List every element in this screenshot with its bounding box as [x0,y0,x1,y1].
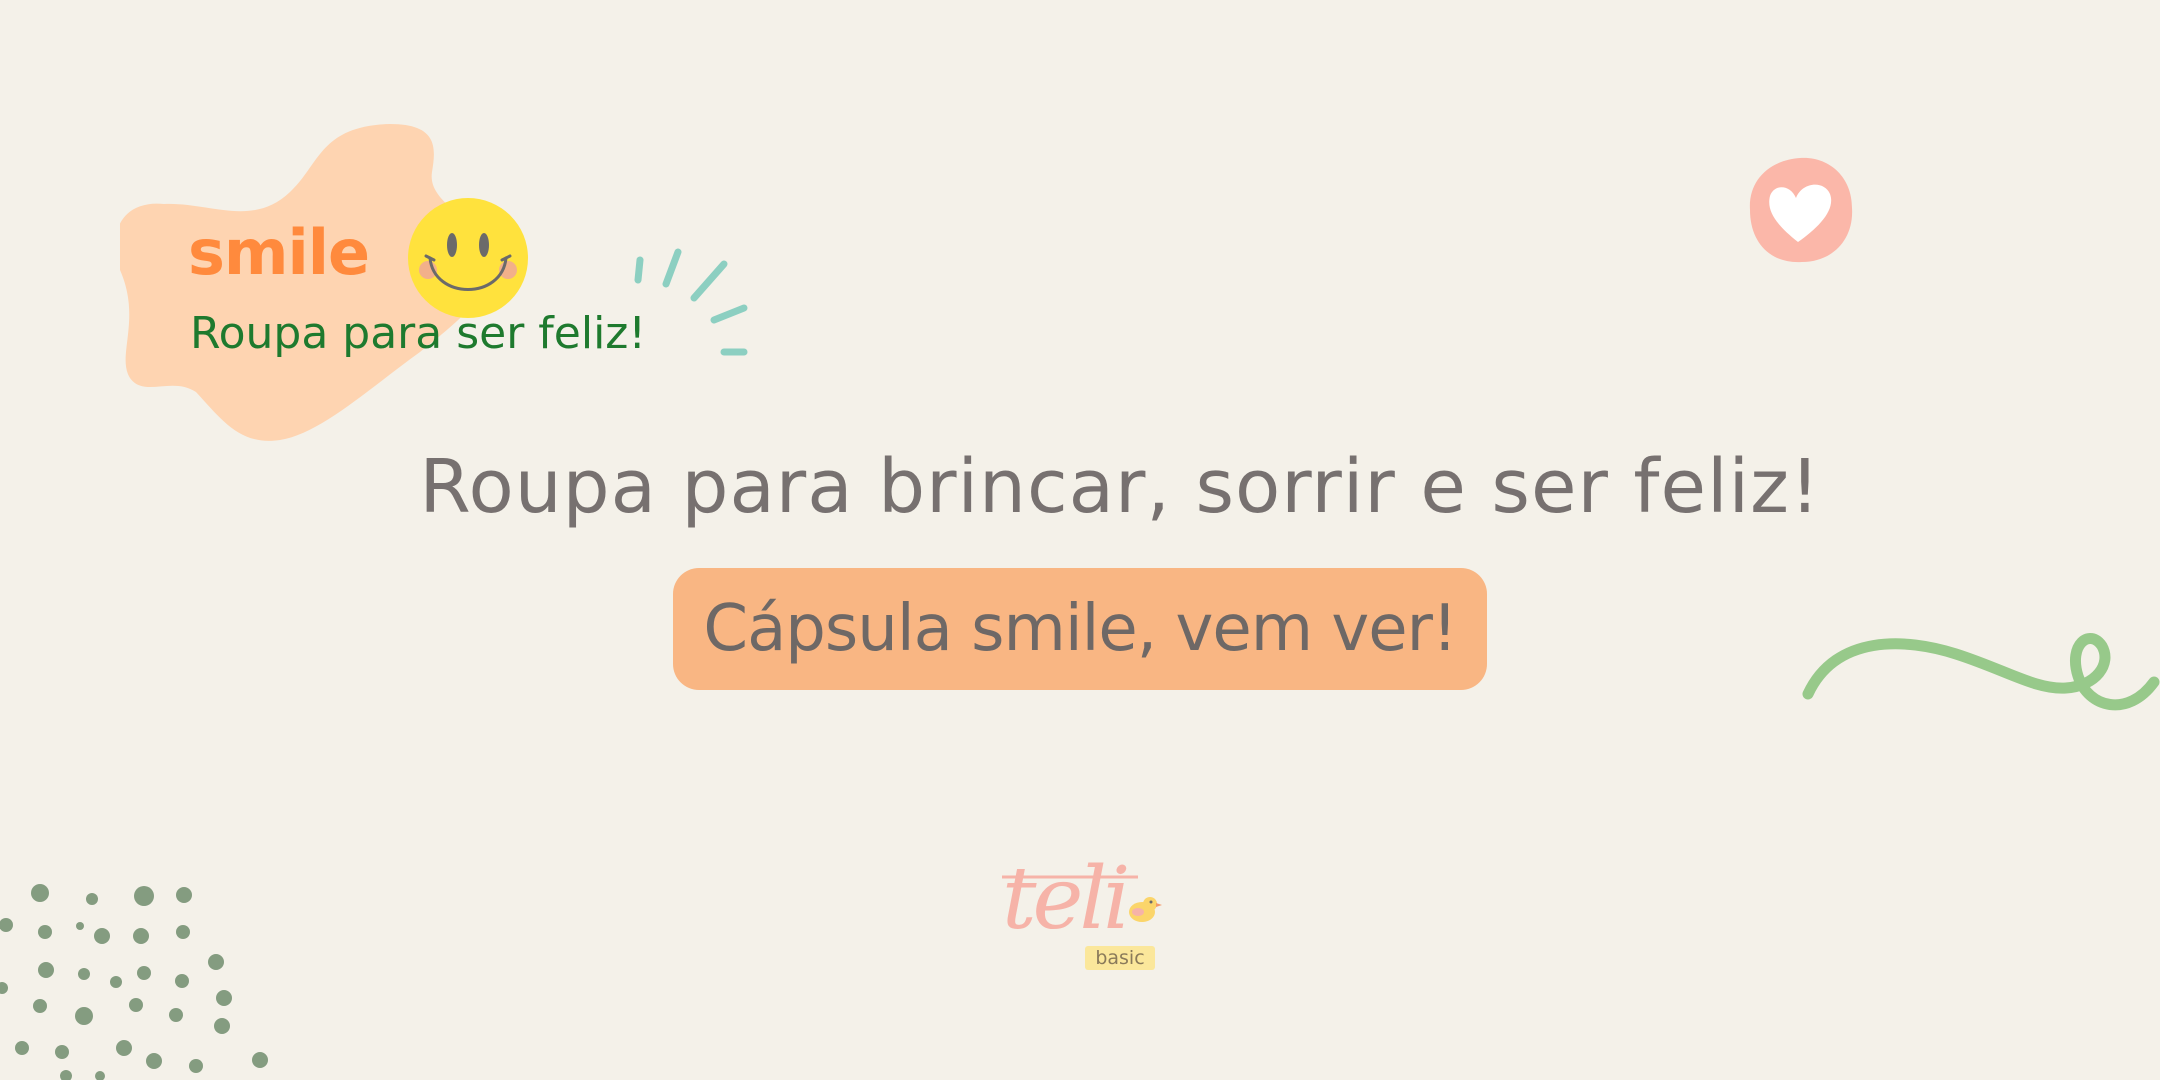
dot-pattern-decoration [0,884,268,1080]
logo-underline [1002,875,1138,879]
squiggle-line-decoration [1802,633,2160,711]
cta-label: Cápsula smile, vem ver! [703,592,1457,666]
badge-tagline: Roupa para ser feliz! [190,308,647,359]
bird-icon [1129,897,1162,922]
smiley-face-icon [408,198,528,318]
sparkle-lines-icon [634,248,748,356]
brand-word: smile [188,216,370,289]
capsule-cta-button[interactable]: Cápsula smile, vem ver! [673,568,1487,690]
headline: Roupa para brincar, sorrir e ser feliz! [419,444,1821,530]
logo-wordmark: teli [1002,849,1130,949]
logo-tag: basic [1085,946,1155,970]
heart-icon [1749,157,1853,263]
